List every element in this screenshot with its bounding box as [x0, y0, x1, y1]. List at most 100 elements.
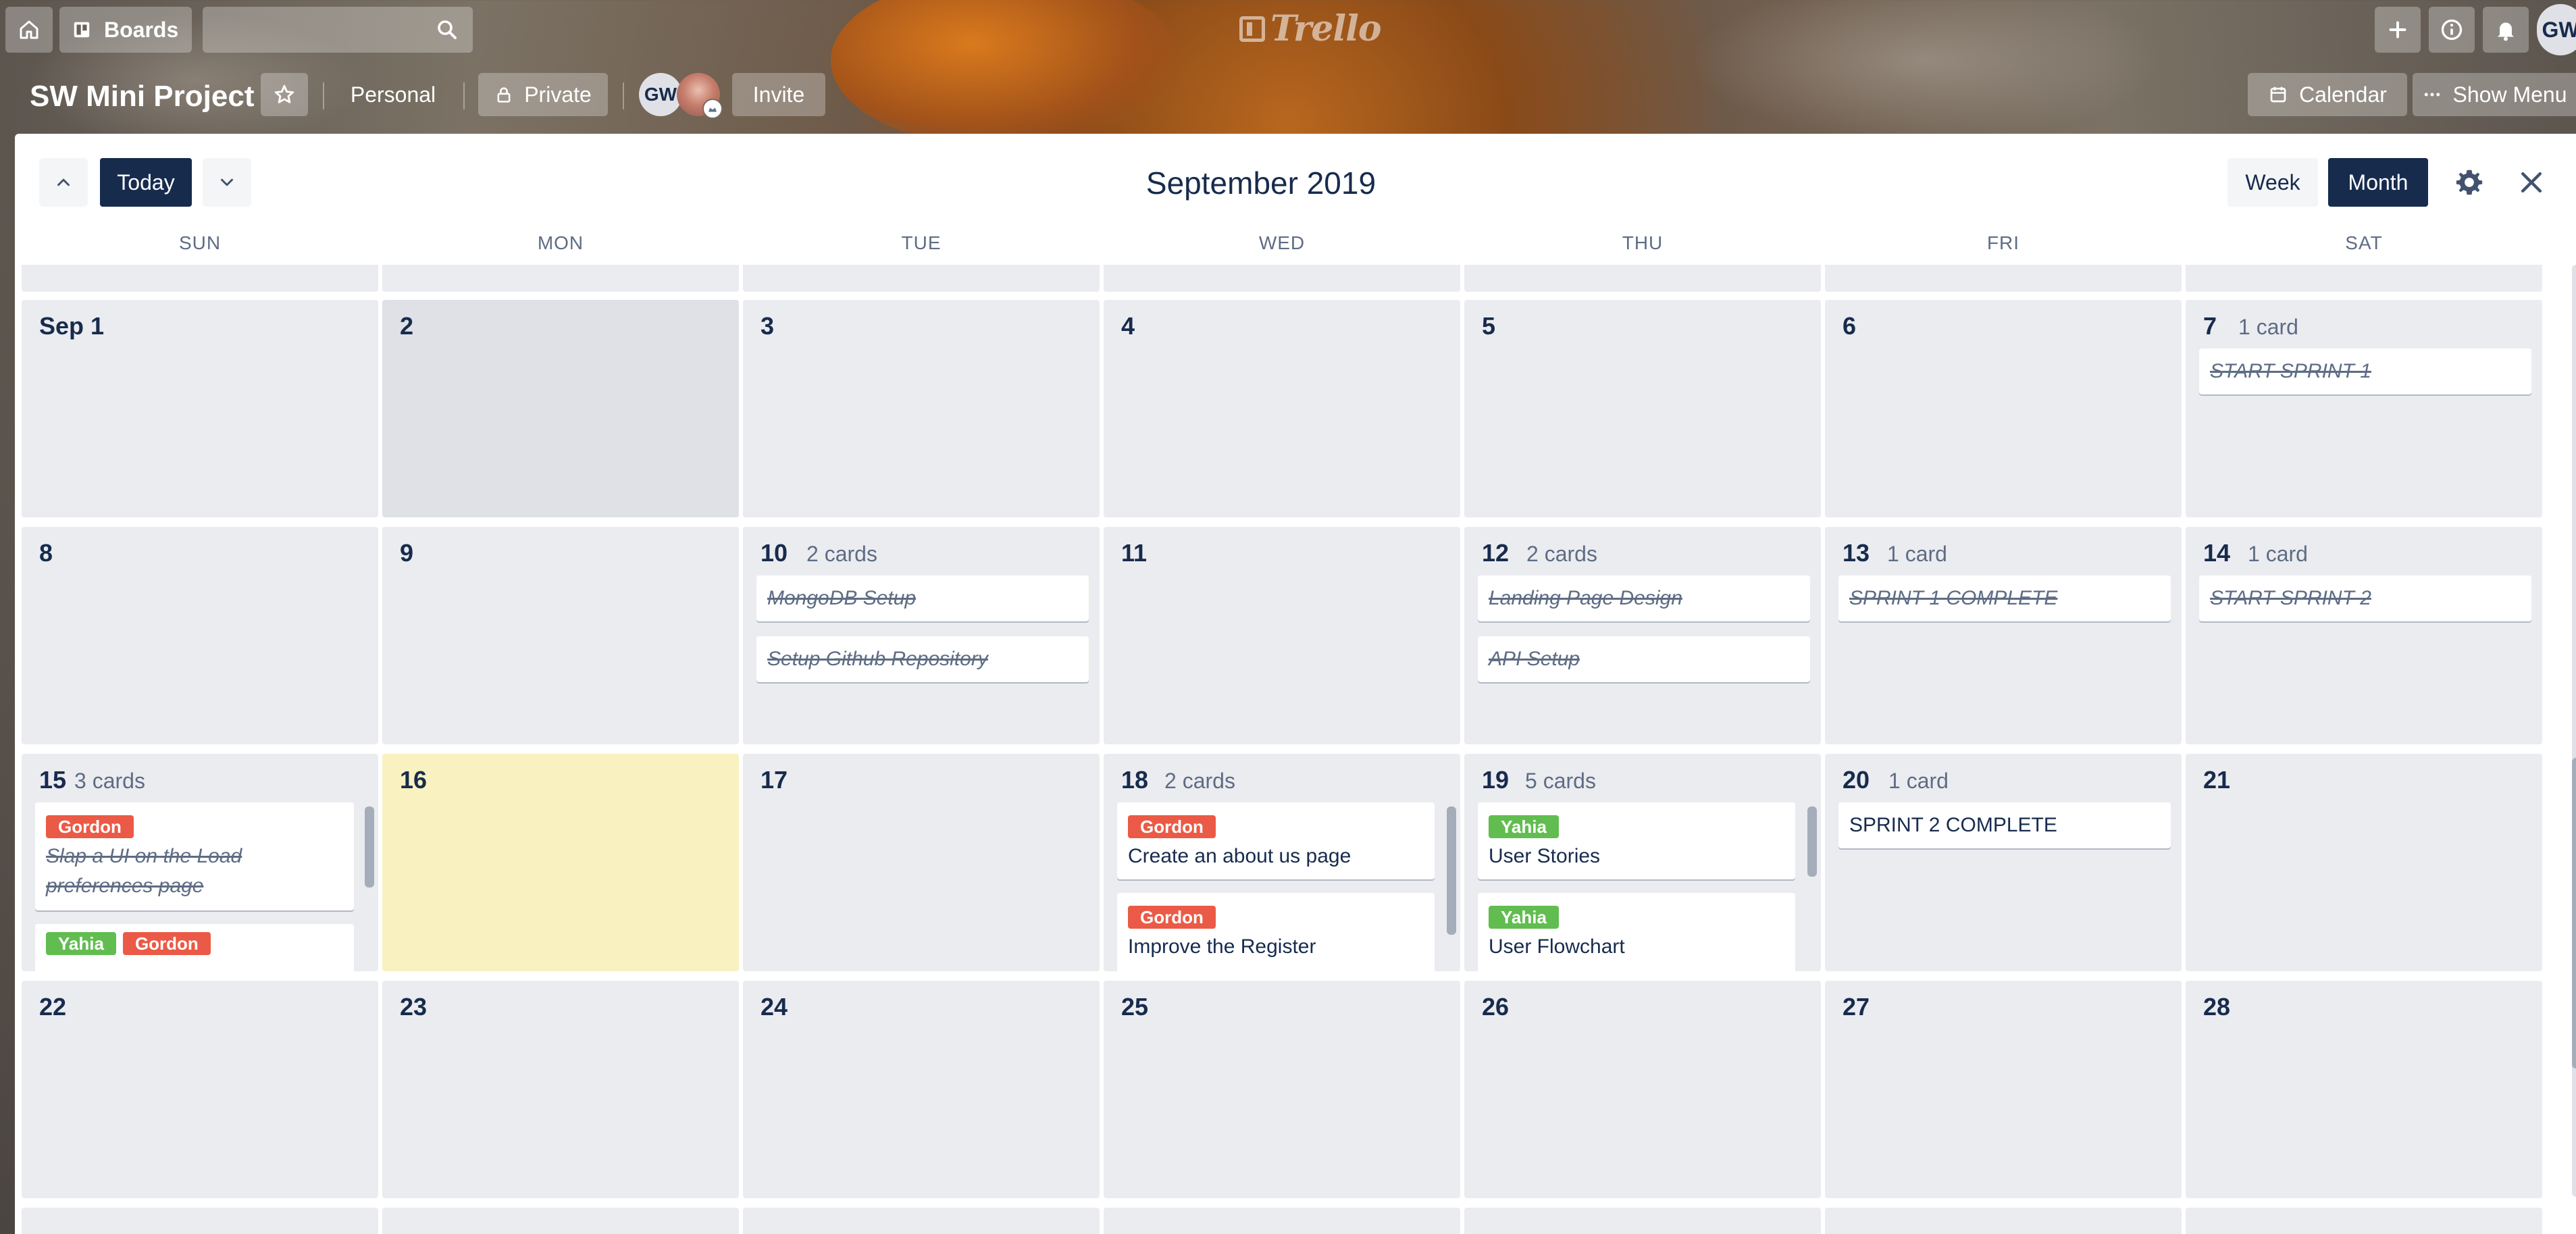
calendar-day-cell[interactable]: 21 [2186, 754, 2542, 971]
calendar-day-cell[interactable] [1104, 265, 1460, 292]
calendar-day-cell[interactable]: 28 [2186, 981, 2542, 1198]
calendar-card[interactable]: Yahia User Stories [1478, 802, 1795, 879]
calendar-day-cell[interactable] [1104, 1208, 1460, 1234]
user-avatar[interactable]: GW [2537, 4, 2576, 55]
previous-button[interactable] [39, 158, 88, 207]
close-button[interactable] [2510, 161, 2553, 204]
boards-button[interactable]: Boards [59, 7, 192, 53]
calendar-day-cell[interactable] [382, 265, 739, 292]
show-menu-button[interactable]: Show Menu [2413, 73, 2576, 116]
calendar-day-cell[interactable] [743, 1208, 1100, 1234]
calendar-day-cell[interactable] [2186, 1208, 2542, 1234]
day-number: 13 [1843, 539, 1870, 567]
calendar-day-cell[interactable]: 23 [382, 981, 739, 1198]
calendar-day-cell[interactable]: 2 [382, 300, 739, 517]
star-button[interactable] [261, 73, 308, 116]
calendar-day-cell[interactable]: 4 [1104, 300, 1460, 517]
calendar-day-cell[interactable] [1825, 1208, 2182, 1234]
calendar-day-cell[interactable] [1825, 265, 2182, 292]
calendar-day-cell[interactable]: 10 2 cards MongoDB Setup Setup Github Re… [743, 527, 1100, 744]
calendar-card[interactable]: MongoDB Setup [756, 575, 1089, 621]
calendar-day-cell[interactable]: 25 [1104, 981, 1460, 1198]
calendar-card[interactable]: START SPRINT 2 [2199, 575, 2531, 621]
calendar-card[interactable]: Gordon Slap a UI on the Load preferences… [35, 802, 354, 910]
team-button[interactable]: Personal [338, 73, 448, 116]
calendar-day-cell[interactable]: 18 2 cards Gordon Create an about us pag… [1104, 754, 1460, 971]
visibility-button[interactable]: Private [478, 73, 608, 116]
today-button[interactable]: Today [100, 158, 192, 207]
day-number: 22 [39, 993, 67, 1021]
day-number: 18 [1121, 766, 1149, 794]
board-header: SW Mini Project Personal Private GW Invi… [0, 68, 2576, 124]
calendar-day-cell[interactable]: 12 2 cards Landing Page Design API Setup [1464, 527, 1821, 744]
calendar-day-cell[interactable] [22, 265, 378, 292]
info-icon [2441, 19, 2463, 41]
calendar-day-cell[interactable]: 3 [743, 300, 1100, 517]
calendar-day-cell[interactable]: 13 1 card SPRINT 1 COMPLETE [1825, 527, 2182, 744]
calendar-day-cell[interactable] [743, 265, 1100, 292]
calendar-day-cell[interactable]: 22 [22, 981, 378, 1198]
calendar-day-cell[interactable]: 7 1 card START SPRINT 1 [2186, 300, 2542, 517]
card-title: SPRINT 2 COMPLETE [1849, 814, 2057, 836]
calendar-day-cell[interactable]: 27 [1825, 981, 2182, 1198]
calendar-day-cell[interactable]: 9 [382, 527, 739, 744]
calendar-day-cell[interactable]: 15 3 cards Gordon Slap a UI on the Load … [22, 754, 378, 971]
calendar-card[interactable]: Setup Github Repository [756, 636, 1089, 682]
day-number: 26 [1482, 993, 1510, 1021]
card-title: Improve the Register [1128, 935, 1316, 958]
calendar-day-cell[interactable] [1464, 265, 1821, 292]
month-view-button[interactable]: Month [2328, 158, 2428, 207]
calendar-scrollbar[interactable] [2572, 758, 2576, 1069]
create-button[interactable] [2375, 7, 2421, 53]
calendar-card[interactable]: SPRINT 1 COMPLETE [1838, 575, 2171, 621]
calendar-day-cell[interactable]: 14 1 card START SPRINT 2 [2186, 527, 2542, 744]
calendar-day-cell[interactable]: 26 [1464, 981, 1821, 1198]
search-input[interactable] [203, 7, 439, 54]
dow-header-thu: THU [1622, 232, 1664, 253]
trello-logo[interactable]: Trello [1239, 8, 1382, 49]
card-title: MongoDB Setup [767, 587, 917, 609]
notifications-button[interactable] [2483, 7, 2529, 53]
info-button[interactable] [2429, 7, 2475, 53]
day-number: 6 [1843, 312, 1857, 340]
calendar-card[interactable]: API Setup [1478, 636, 1810, 682]
calendar-card[interactable]: START SPRINT 1 [2199, 349, 2531, 394]
calendar-day-cell[interactable]: 19 5 cards Yahia User Stories Yahia User… [1464, 754, 1821, 971]
calendar-day-cell[interactable] [382, 1208, 739, 1234]
calendar-day-cell[interactable]: Sep 1 [22, 300, 378, 517]
home-button[interactable] [5, 7, 53, 53]
calendar-day-cell-today[interactable]: 16 [382, 754, 739, 971]
calendar-card[interactable]: SPRINT 2 COMPLETE [1838, 802, 2171, 848]
calendar-day-cell[interactable] [1464, 1208, 1821, 1234]
cell-scrollbar[interactable] [365, 806, 374, 888]
calendar-day-cell[interactable] [2186, 265, 2542, 292]
calendar-day-cell[interactable]: 11 [1104, 527, 1460, 744]
settings-button[interactable] [2448, 161, 2491, 204]
calendar-day-cell[interactable]: 17 [743, 754, 1100, 971]
calendar-day-cell[interactable]: 6 [1825, 300, 2182, 517]
member-avatar-gw[interactable]: GW [639, 73, 682, 116]
calendar-card[interactable]: Gordon Improve the Register [1117, 893, 1435, 971]
cell-scrollbar[interactable] [1447, 806, 1456, 935]
calendar-day-cell[interactable]: 20 1 card SPRINT 2 COMPLETE [1825, 754, 2182, 971]
week-view-button[interactable]: Week [2227, 158, 2318, 207]
calendar-power-up-button[interactable]: Calendar [2248, 73, 2407, 116]
calendar-card[interactable]: Yahia Gordon [35, 924, 354, 971]
search-box[interactable] [203, 7, 473, 54]
calendar-day-cell[interactable]: 5 [1464, 300, 1821, 517]
month-label: Month [2348, 170, 2408, 195]
calendar-day-cell[interactable]: 24 [743, 981, 1100, 1198]
calendar-day-cell[interactable] [22, 1208, 378, 1234]
day-number: Sep 1 [39, 312, 105, 340]
visibility-label: Private [524, 82, 592, 107]
calendar-card[interactable]: Gordon Create an about us page [1117, 802, 1435, 879]
cell-scrollbar[interactable] [1807, 806, 1817, 877]
calendar-card[interactable]: Landing Page Design [1478, 575, 1810, 621]
calendar-day-cell[interactable]: 8 [22, 527, 378, 744]
next-button[interactable] [203, 158, 251, 207]
card-label: Gordon [46, 815, 134, 838]
board-title[interactable]: SW Mini Project [30, 80, 254, 113]
calendar-card[interactable]: Yahia User Flowchart [1478, 893, 1795, 971]
member-avatar-photo[interactable] [677, 73, 723, 119]
invite-button[interactable]: Invite [732, 73, 825, 116]
